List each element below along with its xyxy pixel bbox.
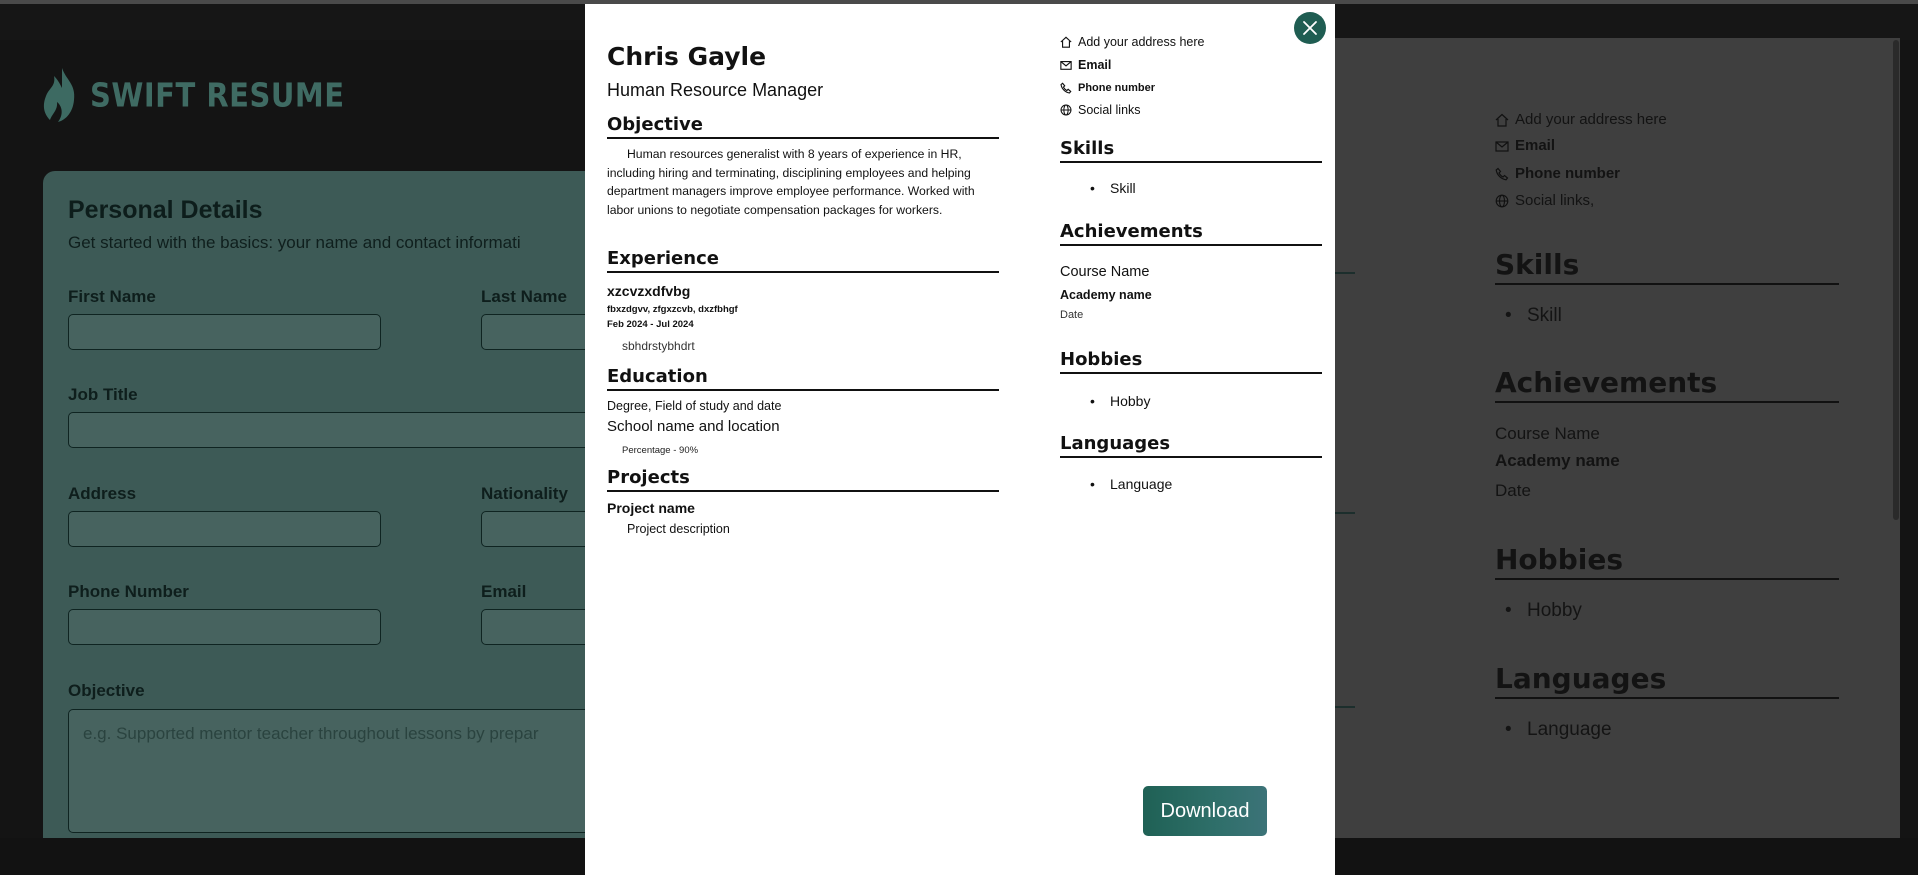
cv-social: Social links <box>1060 103 1141 117</box>
cv-experience-title: xzcvzxdfvbg <box>607 283 691 299</box>
cv-objective-heading: Objective <box>607 114 999 139</box>
cv-achievement-date: Date <box>1060 309 1084 321</box>
preview-phone: Phone number <box>1495 165 1620 182</box>
preview-academy-name: Academy name <box>1495 451 1620 470</box>
preview-phone-text: Phone number <box>1515 165 1621 182</box>
cv-experience-company: fbxzdgvv, zfgxzcvb, dxzfbhgf <box>607 304 738 315</box>
form-subtitle: Get started with the basics: your name a… <box>68 233 521 252</box>
cv-hobby-item: Hobby <box>1090 393 1151 409</box>
job-title-input[interactable] <box>68 412 648 448</box>
phone-label: Phone Number <box>68 582 189 601</box>
preview-hobby-item: Hobby <box>1505 600 1582 622</box>
preview-skills-heading: Skills <box>1495 248 1839 285</box>
download-button[interactable]: Download <box>1143 786 1267 836</box>
cv-role: Human Resource Manager <box>607 80 824 100</box>
preview-course-name: Course Name <box>1495 424 1600 443</box>
cv-email: Email <box>1060 58 1111 72</box>
job-title-label: Job Title <box>68 385 138 404</box>
first-name-input[interactable] <box>68 314 381 350</box>
phone-icon <box>1060 82 1072 94</box>
preview-hobbies-heading: Hobbies <box>1495 543 1839 580</box>
preview-achievement-date: Date <box>1495 481 1531 500</box>
cv-name: Chris Gayle <box>607 42 767 71</box>
cv-project-name: Project name <box>607 500 695 516</box>
home-icon <box>1495 113 1509 127</box>
cv-skills-heading: Skills <box>1060 138 1322 163</box>
resume-preview-panel <box>1300 38 1900 838</box>
cv-projects-heading: Projects <box>607 467 999 492</box>
address-input[interactable] <box>68 511 381 547</box>
globe-icon <box>1060 104 1072 116</box>
cv-hobbies-heading: Hobbies <box>1060 349 1322 374</box>
home-icon <box>1060 36 1072 48</box>
flame-icon <box>43 68 75 122</box>
cv-education-heading: Education <box>607 366 999 391</box>
divider <box>1335 512 1355 514</box>
mail-icon <box>1060 61 1072 70</box>
cv-experience-description: sbhdrstybhdrt <box>622 339 695 353</box>
cv-phone-text: Phone number <box>1078 82 1156 94</box>
cv-education-degree: Degree, Field of study and date <box>607 399 782 413</box>
cv-address-text: Add your address here <box>1078 35 1205 49</box>
cv-academy-name: Academy name <box>1060 288 1152 302</box>
globe-icon <box>1495 194 1509 207</box>
preview-social-text: Social links, <box>1515 192 1595 209</box>
cv-experience-dates: Feb 2024 - Jul 2024 <box>607 319 694 330</box>
personal-details-card: Personal Details Get started with the ba… <box>43 171 658 841</box>
cv-skill-item: Skill <box>1090 180 1135 196</box>
cv-experience-heading: Experience <box>607 248 999 273</box>
cv-phone: Phone number <box>1060 82 1155 94</box>
first-name-label: First Name <box>68 287 156 306</box>
preview-language-item: Language <box>1505 719 1611 741</box>
brand-logo[interactable]: SWIFT RESUME <box>40 66 345 124</box>
phone-input[interactable] <box>68 609 381 645</box>
email-label: Email <box>481 582 527 601</box>
mail-icon <box>1495 140 1509 152</box>
cv-objective-text: Human resources generalist with 8 years … <box>607 147 975 217</box>
objective-textarea[interactable]: e.g. Supported mentor teacher throughout… <box>68 709 658 833</box>
last-name-label: Last Name <box>481 287 567 306</box>
objective-label: Objective <box>68 681 145 700</box>
preview-email: Email <box>1495 137 1555 154</box>
preview-skill-item: Skill <box>1505 305 1562 327</box>
brand-name: SWIFT RESUME <box>90 75 345 115</box>
cv-languages-heading: Languages <box>1060 433 1322 458</box>
cv-education-percentage: Percentage - 90% <box>622 445 699 456</box>
close-icon <box>1303 21 1317 35</box>
cv-achievements-heading: Achievements <box>1060 221 1322 246</box>
resume-preview-modal: Chris Gayle Human Resource Manager Objec… <box>585 4 1335 875</box>
cv-social-text: Social links <box>1078 103 1141 117</box>
preview-address-text: Add your address here <box>1515 111 1667 128</box>
phone-icon <box>1495 167 1509 180</box>
nationality-label: Nationality <box>481 484 568 503</box>
form-title: Personal Details <box>68 196 263 224</box>
preview-social: Social links, <box>1495 192 1594 209</box>
preview-achievements-heading: Achievements <box>1495 366 1839 403</box>
close-button[interactable] <box>1294 12 1326 44</box>
preview-address: Add your address here <box>1495 111 1667 128</box>
address-label: Address <box>68 484 137 503</box>
divider <box>1335 272 1355 274</box>
cv-language-item: Language <box>1090 476 1172 492</box>
cv-education-school: School name and location <box>607 418 780 435</box>
cv-project-description: Project description <box>627 522 730 536</box>
divider <box>1335 706 1355 708</box>
preview-email-text: Email <box>1515 137 1556 154</box>
preview-languages-heading: Languages <box>1495 662 1839 699</box>
preview-scrollbar[interactable] <box>1893 40 1899 520</box>
cv-email-text: Email <box>1078 58 1112 72</box>
cv-address: Add your address here <box>1060 35 1204 49</box>
cv-course-name: Course Name <box>1060 264 1150 280</box>
